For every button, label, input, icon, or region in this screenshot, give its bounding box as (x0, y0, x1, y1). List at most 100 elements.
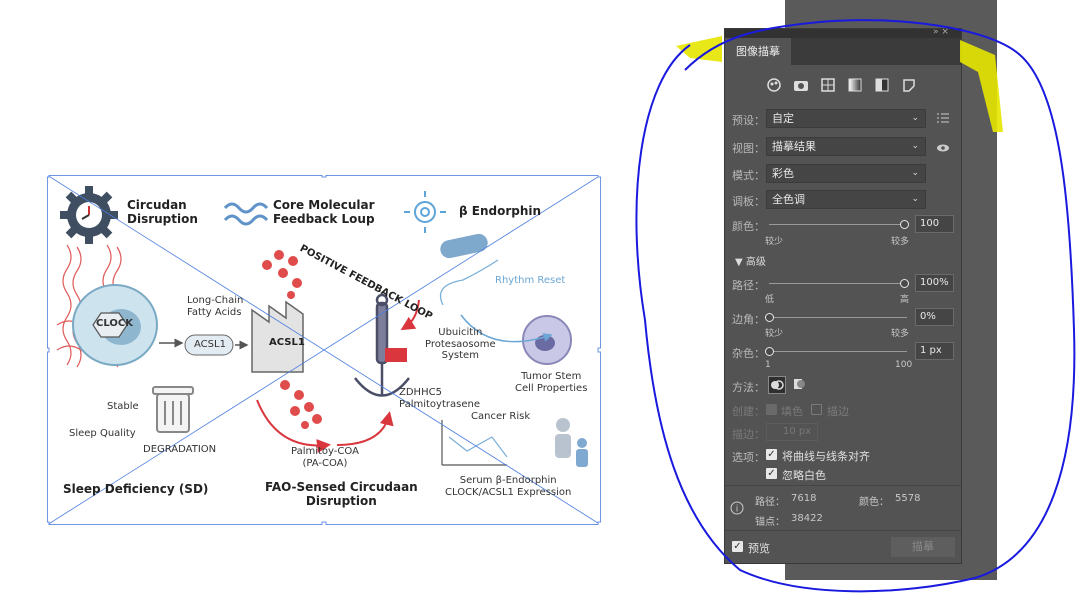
preview-checkbox[interactable]: ✓ (732, 541, 743, 552)
title-core-loop: Core Molecular Feedback Loup (273, 198, 375, 226)
info-icon: i (730, 501, 744, 518)
placed-image-artwork[interactable]: Circudan Disruption Core Molecular Feedb… (47, 175, 601, 525)
half-fill-icon[interactable] (873, 76, 891, 94)
sleep-deficiency-label: Sleep Deficiency (SD) (63, 482, 209, 496)
endorphin-icon (404, 191, 446, 233)
create-fill-checkbox[interactable]: ✓ (766, 404, 777, 415)
abutting-icon (771, 380, 784, 390)
tab-image-trace[interactable]: 图像描摹 (725, 38, 791, 65)
rhythm-reset-label: Rhythm Reset (495, 275, 566, 286)
view-dropdown[interactable]: 描摹结果 ⌄ (766, 137, 926, 156)
clock-label: CLOCK (96, 318, 133, 329)
palette-dropdown[interactable]: 全色调 ⌄ (766, 190, 926, 209)
artwork-drawing (47, 175, 601, 525)
stroke-width-label: 描边： (732, 428, 765, 441)
tumor-stem-label: Tumor Stem Cell Properties (515, 371, 588, 394)
list-menu-icon[interactable] (937, 113, 949, 126)
paths-slider-track[interactable] (769, 283, 907, 284)
corners-slider-track[interactable] (769, 317, 907, 318)
camera-icon[interactable] (792, 76, 810, 94)
serum-label: Serum β-Endorphin CLOCK/ACSL1 Expression (445, 475, 572, 498)
stats-colors-label: 颜色： (859, 497, 889, 508)
corners-min-label: 较少 (765, 329, 784, 339)
image-trace-panel: » × 图像描摹 预设： 自定 ⌄ 视图： 描摹结果 ⌄ 模式： 彩色 ⌄ 调板： (724, 27, 962, 564)
stats-anchors-label: 锚点： (755, 517, 785, 528)
snap-curves-checkbox[interactable]: ✓ (766, 449, 777, 460)
waves-icon (223, 202, 269, 226)
advanced-toggle[interactable]: ▼ 高级 (735, 253, 766, 268)
paths-slider-knob[interactable] (900, 279, 909, 288)
paths-max-label: 高 (900, 295, 910, 305)
noise-slider-track[interactable] (769, 351, 907, 352)
chevron-down-icon: ⌄ (911, 141, 919, 151)
method-overlapping-button[interactable] (791, 376, 809, 394)
cancer-risk-chart (441, 420, 508, 466)
cancer-risk-label: Cancer Risk (471, 411, 531, 422)
outline-shape-icon[interactable] (900, 76, 918, 94)
fao-sensed-label: FAO-Sensed Circudaan Disruption (265, 480, 418, 508)
long-chain-label: Long-Chain Fatty Acids (187, 295, 244, 318)
capsule-icon (440, 233, 488, 259)
preset-dropdown[interactable]: 自定 ⌄ (766, 109, 926, 128)
ignore-white-checkbox[interactable]: ✓ (766, 468, 777, 479)
paths-min-label: 低 (765, 295, 775, 305)
colors-slider-knob[interactable] (900, 220, 909, 229)
colors-value-field[interactable]: 100 (915, 215, 954, 233)
trash-icon (152, 386, 194, 433)
mode-dropdown[interactable]: 彩色 ⌄ (766, 164, 926, 183)
panel-tab-row: 图像描摹 (725, 38, 961, 65)
colors-min-label: 较少 (765, 237, 784, 247)
preset-label: 预设： (732, 114, 765, 127)
create-stroke-checkbox[interactable] (811, 404, 822, 415)
palmitoy-label: Palmitoy-COA (PA-COA) (291, 446, 359, 469)
people-icon (555, 418, 588, 467)
gradient-gray-icon[interactable] (846, 76, 864, 94)
noise-value-field[interactable]: 1 px (915, 342, 954, 360)
overlapping-icon (794, 379, 805, 389)
noise-slider-knob[interactable] (765, 347, 774, 356)
gear-icon (60, 186, 118, 244)
colors-slider-track[interactable] (769, 224, 907, 225)
ubiquitin-label: Ubuicitin Protesaosome System (425, 327, 496, 361)
grid-photo-icon[interactable] (819, 76, 837, 94)
corners-slider-knob[interactable] (765, 313, 774, 322)
corners-value-field[interactable]: 0% (915, 308, 954, 326)
title-circadian: Circudan Disruption (127, 198, 198, 226)
triangle-down-icon: ▼ (735, 257, 743, 268)
stroke-width-value: 10 px (783, 426, 812, 437)
stroke-width-field[interactable]: 10 px (766, 423, 818, 441)
palette-label: 调板： (732, 195, 765, 208)
method-label: 方法： (732, 381, 765, 394)
stats-paths-value: 7618 (791, 493, 817, 504)
eye-icon[interactable] (936, 142, 950, 155)
create-label: 创建： (732, 405, 765, 418)
degradation-label: DEGRADATION (143, 444, 217, 455)
panel-controls[interactable]: » × (933, 27, 949, 37)
stats-paths-label: 路径： (755, 497, 785, 508)
stable-label: Stable (107, 401, 139, 412)
anchor-icon (354, 293, 410, 397)
view-value: 描摹结果 (772, 140, 816, 153)
noise-max-label: 100 (895, 360, 913, 370)
divider (725, 530, 961, 531)
svg-text:i: i (736, 505, 739, 515)
chevron-down-icon: ⌄ (911, 168, 919, 178)
colors-label: 颜色： (732, 220, 765, 233)
auto-color-icon[interactable] (765, 76, 783, 94)
mode-value: 彩色 (772, 167, 794, 180)
title-endorphin: β Endorphin (459, 204, 542, 218)
chevron-down-icon: ⌄ (911, 194, 919, 204)
preview-label: 预览 (748, 542, 770, 555)
snap-curves-label: 将曲线与线条对齐 (782, 450, 870, 463)
corners-max-label: 较多 (891, 329, 910, 339)
preset-value: 自定 (772, 112, 794, 125)
panel-topbar[interactable]: » × (725, 27, 961, 38)
advanced-label: 高级 (745, 257, 766, 268)
paths-value-field[interactable]: 100% (915, 274, 954, 292)
sleep-quality-label: Sleep Quality (69, 428, 136, 439)
stats-colors-value: 5578 (895, 493, 921, 504)
method-abutting-button[interactable] (768, 376, 786, 394)
trace-button[interactable]: 描摹 (891, 537, 955, 557)
corners-label: 边角： (732, 313, 765, 326)
paths-label: 路径： (732, 279, 765, 292)
